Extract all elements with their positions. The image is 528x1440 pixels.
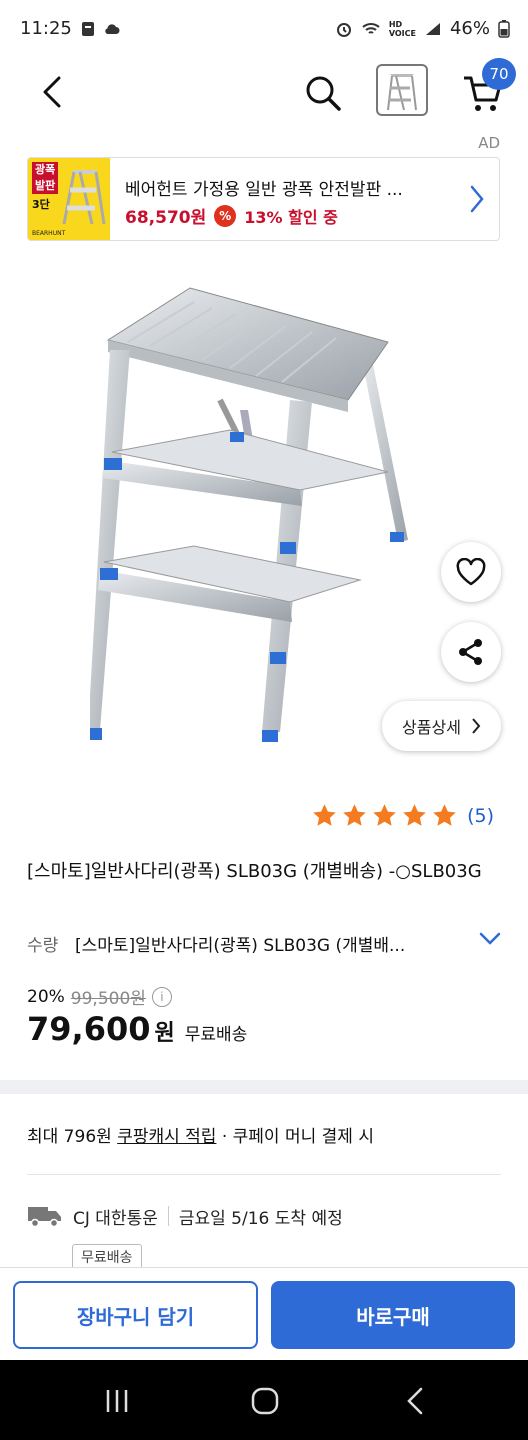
search-button[interactable] — [300, 70, 346, 116]
chevron-left-icon — [43, 76, 61, 108]
status-time: 11:25 — [20, 18, 72, 39]
chevron-right-icon — [470, 185, 484, 213]
system-back-button[interactable] — [398, 1384, 432, 1418]
ad-label: AD — [478, 134, 500, 152]
delivery-row: CJ 대한통운 금요일 5/16 도착 예정 — [27, 1203, 343, 1229]
cart-count-badge: 70 — [482, 58, 516, 90]
star-icon — [403, 804, 426, 826]
info-icon[interactable]: i — [151, 986, 172, 1007]
review-count-link[interactable]: (5) — [467, 805, 494, 827]
option-label: 수량 — [27, 935, 59, 956]
ad-thumb-badge: 광폭 — [32, 162, 59, 178]
ad-thumb-line3: 3단 — [32, 198, 50, 211]
price-original-row: 20% 99,500원 i — [27, 984, 172, 1009]
add-to-cart-button[interactable]: 장바구니 담기 — [13, 1281, 258, 1349]
ad-banner[interactable]: 광폭 발판 3단 BEARHUNT 베어헌트 가정용 일반 광폭 안전발판 ..… — [27, 157, 500, 241]
product-thumbnail-button[interactable] — [376, 64, 428, 116]
ad-price-row: 68,570원 % 13% 할인 중 — [125, 203, 338, 228]
ad-price: 68,570원 — [125, 208, 207, 228]
star-icon — [343, 804, 366, 826]
cloud-icon — [105, 24, 120, 34]
section-divider — [0, 1080, 528, 1094]
cash-prefix: 최대 796원 — [27, 1127, 118, 1147]
ladder-thumbnail-icon — [387, 74, 417, 111]
battery-icon — [498, 19, 510, 38]
divider — [27, 1174, 501, 1175]
sale-price: 79,600 — [27, 1010, 151, 1048]
truck-icon — [28, 1207, 61, 1228]
buy-now-button[interactable]: 바로구매 — [271, 1281, 515, 1349]
ad-ladder-graphic — [62, 170, 106, 225]
hd-voice-indicator: HD VOICE — [388, 19, 416, 38]
purchase-bar: 장바구니 담기 바로구매 — [0, 1267, 528, 1360]
ad-title: 베어헌트 가정용 일반 광폭 안전발판 ... — [125, 180, 403, 200]
system-nav-bar — [0, 1360, 528, 1440]
coupang-cash-link[interactable]: 쿠팡캐시 적립 — [117, 1127, 216, 1147]
ad-thumb-brand: BEARHUNT — [32, 230, 66, 237]
alarm-icon — [336, 22, 351, 37]
share-button[interactable] — [441, 622, 501, 682]
discount-icon: % — [214, 204, 237, 227]
back-arrow-icon — [407, 1387, 423, 1415]
shipping-label: 무료배송 — [184, 1025, 248, 1045]
wishlist-button[interactable] — [441, 542, 501, 602]
home-icon — [251, 1387, 279, 1415]
ad-discount: 13% 할인 중 — [244, 207, 338, 227]
home-button[interactable] — [248, 1384, 282, 1418]
app-header — [0, 60, 528, 124]
ad-product-image: 광폭 발판 3단 BEARHUNT — [28, 158, 110, 240]
battery-percent: 46% — [449, 18, 490, 39]
recent-apps-icon — [106, 1390, 128, 1412]
product-image[interactable] — [90, 280, 420, 750]
ad-thumb-line2: 발판 — [32, 178, 59, 194]
status-bar: 11:25 HD VOICE 46% — [0, 0, 528, 60]
product-title: [스마토]일반사다리(광폭) SLB03G (개별배송) -○SLB03G — [27, 861, 482, 882]
option-value: [스마토]일반사다리(광폭) SLB03G (개별배... — [75, 935, 406, 956]
carrier-name: CJ 대한통운 — [73, 1208, 158, 1229]
share-icon — [459, 639, 482, 665]
chevron-down-icon — [479, 932, 501, 945]
sale-currency: 원 — [154, 1021, 175, 1046]
delivery-eta: 금요일 5/16 도착 예정 — [178, 1208, 343, 1229]
notification-app-icon — [82, 22, 94, 36]
separator — [167, 1206, 169, 1226]
recent-apps-button[interactable] — [100, 1384, 134, 1418]
star-icon — [313, 804, 336, 826]
original-price: 99,500원 — [70, 989, 146, 1009]
rating-row[interactable]: (5) — [311, 802, 494, 829]
heart-icon — [456, 558, 486, 586]
star-icon — [373, 804, 396, 826]
discount-rate: 20% — [27, 986, 65, 1007]
signal-icon — [425, 22, 440, 35]
wifi-icon — [362, 22, 380, 34]
search-icon — [306, 76, 341, 111]
sale-price-row: 79,600 원 무료배송 — [27, 1010, 247, 1048]
star-icon — [433, 804, 456, 826]
cash-suffix: · 쿠페이 머니 결제 시 — [216, 1127, 374, 1147]
cash-reward-row: 최대 796원 쿠팡캐시 적립 · 쿠페이 머니 결제 시 — [27, 1122, 374, 1147]
product-detail-button[interactable]: 상품상세 — [382, 701, 501, 751]
back-button[interactable] — [30, 70, 74, 114]
chevron-right-icon — [472, 718, 481, 734]
option-selector[interactable]: 수량 [스마토]일반사다리(광폭) SLB03G (개별배... — [27, 928, 501, 958]
product-detail-label: 상품상세 — [402, 718, 461, 737]
